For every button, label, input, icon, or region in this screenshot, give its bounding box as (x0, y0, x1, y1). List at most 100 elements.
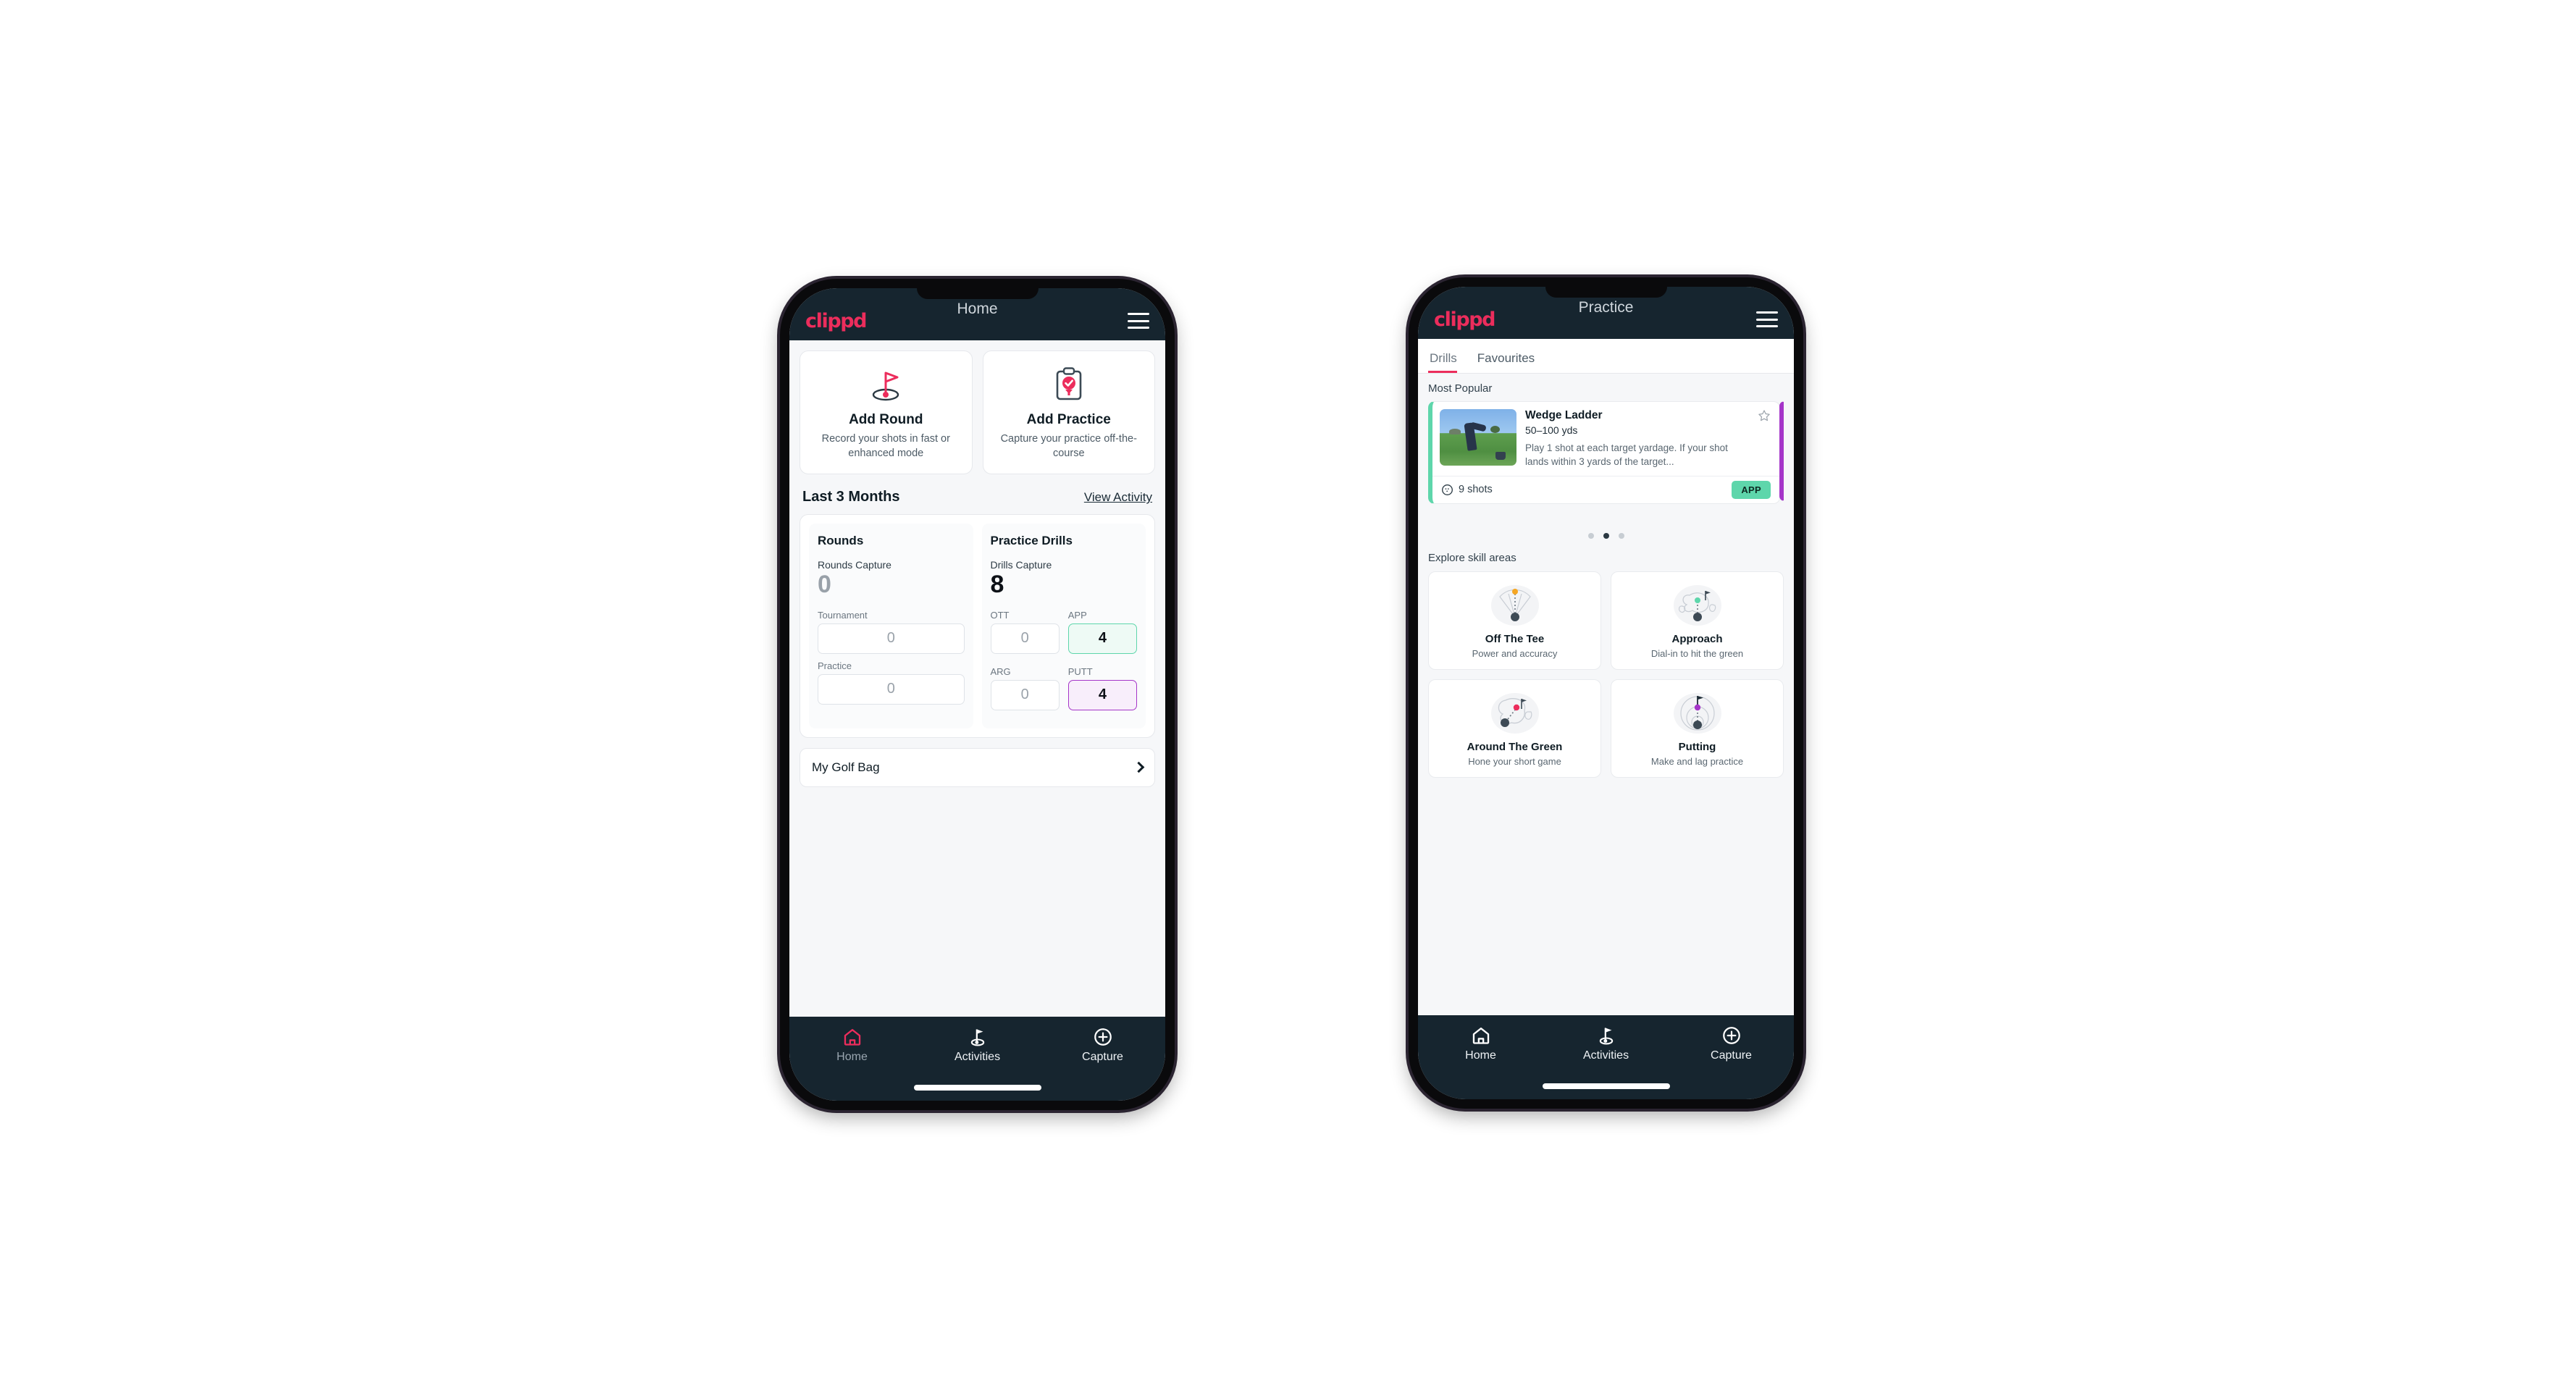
arg-label: ARG (990, 665, 1011, 677)
nav-label-activities: Activities (954, 1051, 1001, 1063)
nav-label-capture: Capture (1082, 1051, 1123, 1063)
tab-favourites[interactable]: Favourites (1467, 351, 1545, 373)
nav-item-activities[interactable]: Activities (915, 1027, 1040, 1063)
device-notch (916, 288, 1039, 299)
skill-card-putting[interactable]: Putting Make and lag practice (1611, 679, 1784, 778)
add-practice-title: Add Practice (1026, 412, 1111, 427)
clippd-logo[interactable]: clippd (805, 311, 868, 331)
ott-value[interactable]: 0 (990, 623, 1060, 654)
drills-capture-value: 8 (990, 571, 1004, 599)
drills-breakdown-grid: OTT 0 APP 4 ARG 0 PUTT 4 (990, 609, 1137, 717)
ott-label: OTT (990, 609, 1010, 621)
practice-drills-column: Practice Drills Drills Capture 8 OTT 0 A… (981, 524, 1146, 728)
nav-item-home[interactable]: Home (789, 1027, 915, 1063)
carousel-dot-1[interactable] (1587, 533, 1594, 539)
putting-rings-icon (1617, 689, 1777, 736)
view-activity-link[interactable]: View Activity (1084, 490, 1152, 505)
skill-card-around-the-green[interactable]: Around The Green Hone your short game (1428, 679, 1601, 778)
quick-actions-row: Add Round Record your shots in fast or e… (800, 350, 1155, 475)
practice-label: Practice (818, 660, 852, 671)
hamburger-icon[interactable] (1756, 311, 1778, 327)
skill-card-approach[interactable]: Approach Dial-in to hit the green (1611, 571, 1784, 670)
nav-label-home: Home (836, 1051, 868, 1063)
rounds-capture-label: Rounds Capture (818, 559, 891, 571)
home-indicator (913, 1085, 1041, 1091)
plus-circle-icon (1722, 1027, 1740, 1044)
tournament-value[interactable]: 0 (818, 623, 965, 654)
nav-label-home: Home (1465, 1049, 1496, 1062)
home-screen: clippd Home Add Round Record your shots … (789, 288, 1165, 1101)
tee-shot-fan-icon (1435, 581, 1595, 629)
arg-value[interactable]: 0 (990, 679, 1060, 710)
drill-carousel[interactable]: Wedge Ladder 50–100 yds Play 1 shot at e… (1428, 401, 1784, 532)
home-bottom-nav: Home Activities Capture (789, 1017, 1165, 1101)
skill-name: Off The Tee (1485, 633, 1545, 645)
practice-bottom-nav: Home Activities Capture (1418, 1015, 1794, 1099)
last-3-months-header: Last 3 Months View Activity (800, 474, 1155, 514)
add-practice-subtitle: Capture your practice off-the-course (1000, 433, 1137, 459)
rounds-capture-value: 0 (818, 571, 831, 599)
drill-card-wedge-ladder[interactable]: Wedge Ladder 50–100 yds Play 1 shot at e… (1428, 401, 1780, 504)
skill-card-off-the-tee[interactable]: Off The Tee Power and accuracy (1428, 571, 1601, 670)
skill-subtitle: Make and lag practice (1650, 756, 1744, 767)
carousel-dot-2[interactable] (1603, 533, 1609, 539)
drill-range: 50–100 yds (1525, 424, 1578, 436)
nav-item-capture[interactable]: Capture (1669, 1025, 1794, 1062)
practice-value[interactable]: 0 (818, 673, 965, 705)
golf-ball-icon (1442, 484, 1453, 495)
skill-name: Putting (1678, 741, 1716, 753)
explore-skill-areas-label: Explore skill areas (1428, 552, 1516, 564)
device-notch (1545, 287, 1667, 298)
practice-tabs: Drills Favourites (1418, 339, 1794, 374)
tab-drills[interactable]: Drills (1428, 351, 1467, 373)
practice-content: Most Popular Wedge Ladder 50–100 yds Pla… (1418, 374, 1794, 1015)
golf-flag-icon (807, 366, 965, 403)
drills-capture-label: Drills Capture (990, 559, 1052, 571)
tournament-label: Tournament (818, 609, 868, 621)
green-approach-icon (1617, 581, 1777, 629)
drill-description: Play 1 shot at each target yardage. If y… (1525, 442, 1728, 467)
carousel-dots[interactable] (1428, 533, 1784, 539)
nav-item-capture[interactable]: Capture (1040, 1027, 1165, 1063)
chevron-right-icon (1133, 762, 1145, 773)
add-round-card[interactable]: Add Round Record your shots in fast or e… (800, 350, 973, 475)
add-round-title: Add Round (849, 412, 923, 427)
drill-thumbnail (1440, 409, 1516, 466)
golf-flag-icon (1599, 1028, 1613, 1045)
nav-label-activities: Activities (1582, 1049, 1629, 1062)
my-golf-bag-row[interactable]: My Golf Bag (800, 747, 1155, 787)
drill-category-badge: APP (1732, 480, 1771, 499)
plus-circle-icon (1094, 1028, 1112, 1046)
home-icon (1472, 1028, 1489, 1044)
skill-subtitle: Dial-in to hit the green (1650, 648, 1744, 659)
phone-practice-mockup: clippd Practice Drills Favourites Most P… (1409, 277, 1803, 1109)
putt-value[interactable]: 4 (1067, 679, 1137, 710)
nav-item-activities[interactable]: Activities (1543, 1025, 1669, 1062)
clippd-logo[interactable]: clippd (1434, 310, 1496, 329)
drill-shots-label: 9 shots (1459, 484, 1493, 496)
section-title: Last 3 Months (802, 489, 900, 505)
phone-home-mockup: clippd Home Add Round Record your shots … (780, 279, 1175, 1110)
carousel-dot-3[interactable] (1618, 533, 1624, 539)
nav-item-home[interactable]: Home (1418, 1025, 1543, 1062)
add-round-subtitle: Record your shots in fast or enhanced mo… (821, 433, 950, 459)
putt-label: PUTT (1067, 665, 1093, 677)
chip-shot-icon (1435, 689, 1595, 736)
skill-name: Approach (1671, 633, 1723, 645)
golf-flag-icon (970, 1029, 984, 1046)
stats-card: Rounds Rounds Capture 0 Tournament 0 Pra… (800, 514, 1155, 738)
app-value[interactable]: 4 (1067, 623, 1137, 654)
home-indicator (1542, 1083, 1670, 1089)
skill-subtitle: Power and accuracy (1472, 648, 1558, 659)
star-outline-icon[interactable] (1758, 409, 1771, 422)
app-label: APP (1067, 609, 1087, 621)
hamburger-icon[interactable] (1128, 313, 1149, 329)
rounds-column: Rounds Rounds Capture 0 Tournament 0 Pra… (809, 524, 973, 728)
drill-shots: 9 shots (1441, 484, 1493, 496)
skill-areas-grid: Off The Tee Power and accuracy Approach … (1428, 571, 1784, 778)
skill-subtitle: Hone your short game (1468, 756, 1561, 767)
drill-card-next-peek[interactable] (1779, 401, 1784, 501)
add-practice-card[interactable]: Add Practice Capture your practice off-t… (982, 350, 1155, 475)
home-icon (844, 1029, 860, 1046)
practice-screen: clippd Practice Drills Favourites Most P… (1418, 287, 1794, 1099)
